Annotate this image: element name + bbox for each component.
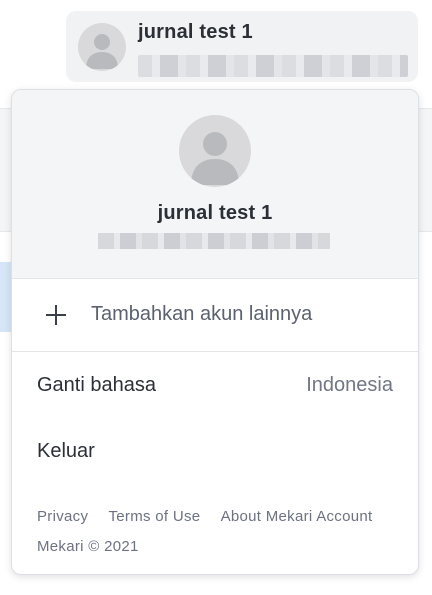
current-language-value: Indonesia [306, 374, 393, 396]
user-avatar-icon [78, 23, 126, 71]
account-name: jurnal test 1 [138, 21, 253, 43]
plus-icon [45, 304, 67, 326]
about-mekari-account-link[interactable]: About Mekari Account [221, 508, 373, 525]
add-account-button[interactable]: Tambahkan akun lainnya [12, 279, 418, 352]
change-language-item[interactable]: Ganti bahasa Indonesia [12, 352, 418, 416]
account-header-name: jurnal test 1 [157, 202, 273, 224]
user-avatar-icon [179, 115, 251, 187]
logout-label: Keluar [37, 440, 95, 462]
privacy-link[interactable]: Privacy [37, 508, 88, 525]
account-header-email-redacted [98, 233, 330, 249]
add-account-label: Tambahkan akun lainnya [91, 303, 313, 325]
copyright-text: Mekari © 2021 [37, 538, 139, 555]
account-menu-header: jurnal test 1 [12, 90, 418, 279]
change-language-label: Ganti bahasa [37, 374, 156, 396]
account-switcher-chip[interactable]: jurnal test 1 [66, 11, 418, 82]
account-menu-dropdown: jurnal test 1 Tambahkan akun lainnya Gan… [11, 89, 419, 575]
logout-item[interactable]: Keluar [12, 418, 418, 478]
footer-links: Privacy Terms of Use About Mekari Accoun… [37, 508, 373, 525]
account-email-redacted [138, 55, 408, 77]
terms-of-use-link[interactable]: Terms of Use [108, 508, 200, 525]
